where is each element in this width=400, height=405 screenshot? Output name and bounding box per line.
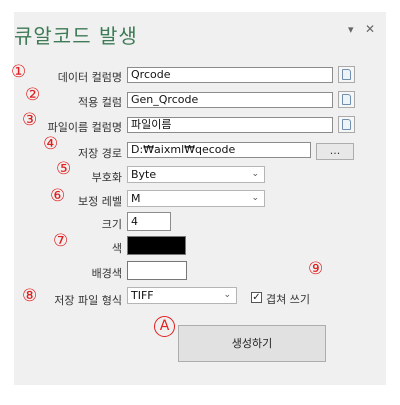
color-swatch[interactable] xyxy=(127,236,186,255)
overwrite-label: 겹쳐 쓰기 xyxy=(266,293,310,306)
file-format-select[interactable]: TIFF ⌄ xyxy=(127,287,237,304)
close-icon[interactable]: ✕ xyxy=(365,22,375,36)
save-path-input[interactable]: D:₩aixml₩qecode xyxy=(127,142,311,158)
filename-column-label: 파일이름 컬럼명 xyxy=(47,121,122,134)
apply-column-input[interactable]: Gen_Qrcode xyxy=(127,92,333,108)
chevron-down-icon[interactable]: ▾ xyxy=(348,23,354,36)
marker-4: ④ xyxy=(43,134,59,154)
size-input[interactable]: 4 xyxy=(127,212,171,231)
apply-column-label: 적용 컬럼 xyxy=(78,96,122,109)
marker-a: A xyxy=(154,316,175,337)
chevron-down-icon: ⌄ xyxy=(251,169,259,179)
marker-7: ⑦ xyxy=(53,231,69,251)
correction-level-label: 보정 레벨 xyxy=(78,195,122,208)
chevron-down-icon: ⌄ xyxy=(251,193,259,203)
save-path-label: 저장 경로 xyxy=(78,147,122,160)
encoding-value: Byte xyxy=(131,168,157,181)
data-column-label: 데이터 컬럼명 xyxy=(57,71,122,84)
marker-9: ⑨ xyxy=(308,259,324,279)
marker-8: ⑧ xyxy=(22,286,38,306)
color-label: 색 xyxy=(111,242,122,255)
generate-button[interactable]: 생성하기 xyxy=(178,325,326,362)
encoding-select[interactable]: Byte ⌄ xyxy=(127,166,265,183)
page-icon xyxy=(342,69,351,80)
size-label: 크기 xyxy=(101,218,122,231)
pane-title: 큐알코드 발생 xyxy=(14,24,138,48)
apply-column-picker-button[interactable] xyxy=(338,91,355,108)
background-color-label: 배경색 xyxy=(91,267,122,280)
background-color-swatch[interactable] xyxy=(127,261,187,280)
file-format-label: 저장 파일 형식 xyxy=(54,294,122,307)
correction-level-value: M xyxy=(131,192,141,205)
marker-3: ③ xyxy=(22,110,38,130)
data-column-picker-button[interactable] xyxy=(338,66,355,83)
filename-column-input[interactable]: 파일이름 xyxy=(127,117,333,133)
page-icon xyxy=(342,94,351,105)
encoding-label: 부호화 xyxy=(91,171,122,184)
file-format-value: TIFF xyxy=(131,289,154,302)
page-icon xyxy=(342,119,351,130)
marker-6: ⑥ xyxy=(50,186,66,206)
correction-level-select[interactable]: M ⌄ xyxy=(127,190,265,207)
overwrite-checkbox[interactable]: ✓ xyxy=(251,292,262,303)
browse-button[interactable]: ... xyxy=(316,143,354,160)
marker-5: ⑤ xyxy=(56,159,72,179)
marker-2: ② xyxy=(25,85,41,105)
chevron-down-icon: ⌄ xyxy=(223,290,231,300)
data-column-input[interactable]: Qrcode xyxy=(127,67,333,83)
filename-column-picker-button[interactable] xyxy=(338,116,355,133)
marker-1: ① xyxy=(11,62,27,82)
